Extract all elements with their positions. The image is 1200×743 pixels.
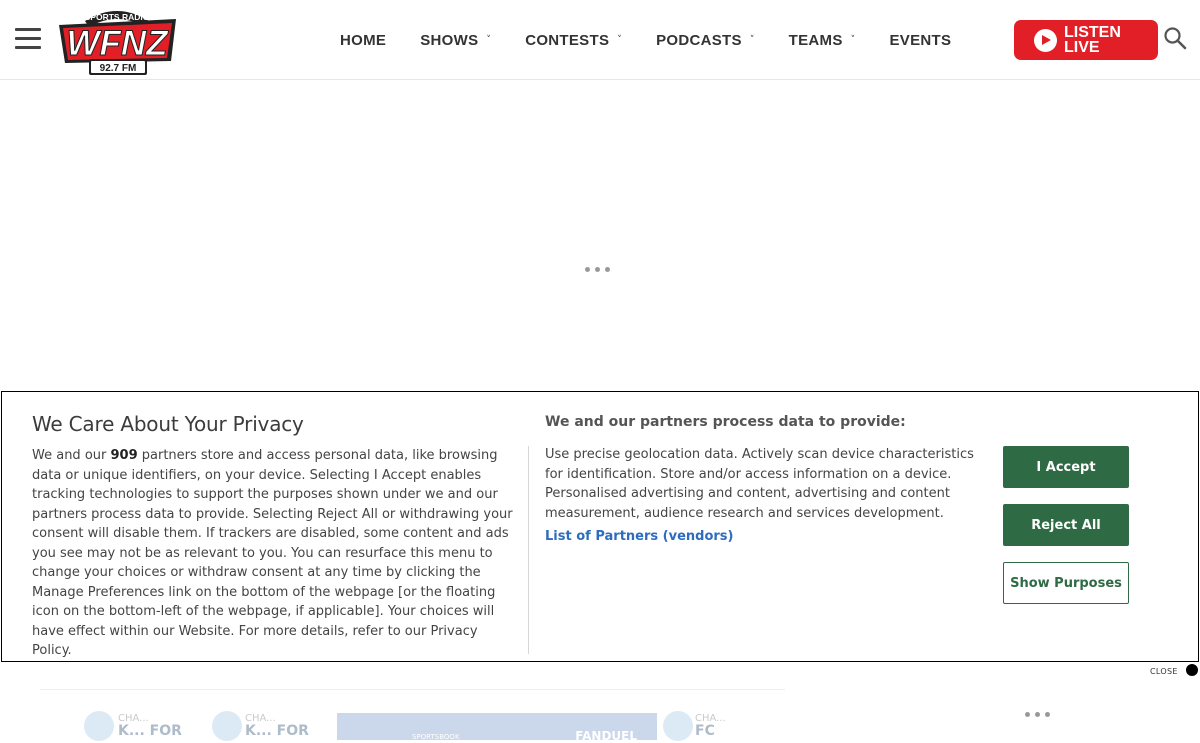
nav-label: SHOWS: [420, 31, 479, 49]
nav-item-home[interactable]: HOME: [340, 32, 386, 49]
banner-brand: FANDUEL: [575, 729, 637, 743]
chevron-down-icon: ˅: [850, 35, 856, 45]
show-purposes-button[interactable]: Show Purposes: [1003, 562, 1129, 604]
team-logo-icon: [212, 711, 242, 741]
play-icon: [1034, 28, 1057, 52]
list-of-partners-link[interactable]: List of Partners (vendors): [545, 529, 733, 544]
main-nav: HOME SHOWS ˅ CONTESTS ˅ PODCASTS ˅ TEAMS ˅ E…: [340, 30, 985, 50]
ad-item-big: FC: [695, 723, 715, 739]
close-icon[interactable]: [1185, 663, 1198, 676]
reject-all-button[interactable]: Reject All: [1003, 504, 1129, 546]
chevron-down-icon: ˅: [617, 35, 623, 45]
purposes-title: We and our partners process data to prov…: [545, 414, 906, 430]
consent-divider: [528, 446, 529, 654]
listen-live-line1: LISTEN: [1064, 24, 1121, 41]
site-header: SPORTS RADIO WFNZ 92.7 FM HOME SHOWS ˅ CO…: [0, 0, 1200, 80]
search-icon[interactable]: [1163, 26, 1187, 50]
team-logo-icon: [84, 711, 114, 741]
logo-main-text: WFNZ: [66, 24, 169, 63]
nav-label: TEAMS: [788, 31, 843, 49]
consent-title: We Care About Your Privacy: [32, 412, 304, 436]
loading-dots: [1025, 712, 1055, 717]
consent-body: We and our 909 partners store and access…: [32, 446, 516, 661]
consent-body-pre: We and our: [32, 448, 111, 463]
nav-label: HOME: [340, 31, 387, 49]
nav-label: PODCASTS: [656, 31, 742, 49]
nav-item-podcasts[interactable]: PODCASTS ˅: [656, 32, 755, 49]
ad-close-control[interactable]: CLOSE: [1150, 663, 1198, 676]
chevron-down-icon: ˅: [749, 35, 755, 45]
bottom-ad-strip: CHA... K... FOR CHA... K... FOR SPORTSBO…: [40, 689, 785, 743]
consent-body-post: partners store and access personal data,…: [32, 448, 513, 658]
close-label: CLOSE: [1150, 667, 1178, 676]
listen-live-button[interactable]: LISTEN LIVE: [1014, 20, 1158, 60]
nav-item-events[interactable]: EVENTS: [889, 32, 951, 49]
nav-item-teams[interactable]: TEAMS ˅: [789, 32, 856, 49]
listen-live-line2: LIVE: [1064, 39, 1100, 56]
accept-button[interactable]: I Accept: [1003, 446, 1129, 488]
ad-item-big: K... FOR: [245, 723, 309, 739]
purposes-text: Use precise geolocation data. Actively s…: [545, 447, 974, 521]
listen-live-label: LISTEN LIVE: [1064, 24, 1121, 56]
privacy-consent-banner: We Care About Your Privacy We and our 90…: [1, 391, 1199, 662]
partner-count: 909: [110, 448, 138, 463]
logo-freq-text: 92.7 FM: [100, 63, 137, 74]
nav-item-contests[interactable]: CONTESTS ˅: [525, 32, 622, 49]
chevron-down-icon: ˅: [486, 35, 492, 45]
team-logo-icon: [663, 711, 693, 741]
nav-label: CONTESTS: [525, 31, 610, 49]
nav-item-shows[interactable]: SHOWS ˅: [420, 32, 491, 49]
loading-dots: [585, 267, 615, 272]
nav-label: EVENTS: [889, 31, 952, 49]
station-logo[interactable]: SPORTS RADIO WFNZ 92.7 FM: [55, 3, 180, 77]
logo-top-text: SPORTS RADIO: [85, 12, 150, 22]
ad-item-big: K... FOR: [118, 723, 182, 739]
sportsbook-banner[interactable]: SPORTSBOOK FANDUEL: [337, 713, 657, 743]
hamburger-menu-icon[interactable]: [15, 28, 41, 49]
